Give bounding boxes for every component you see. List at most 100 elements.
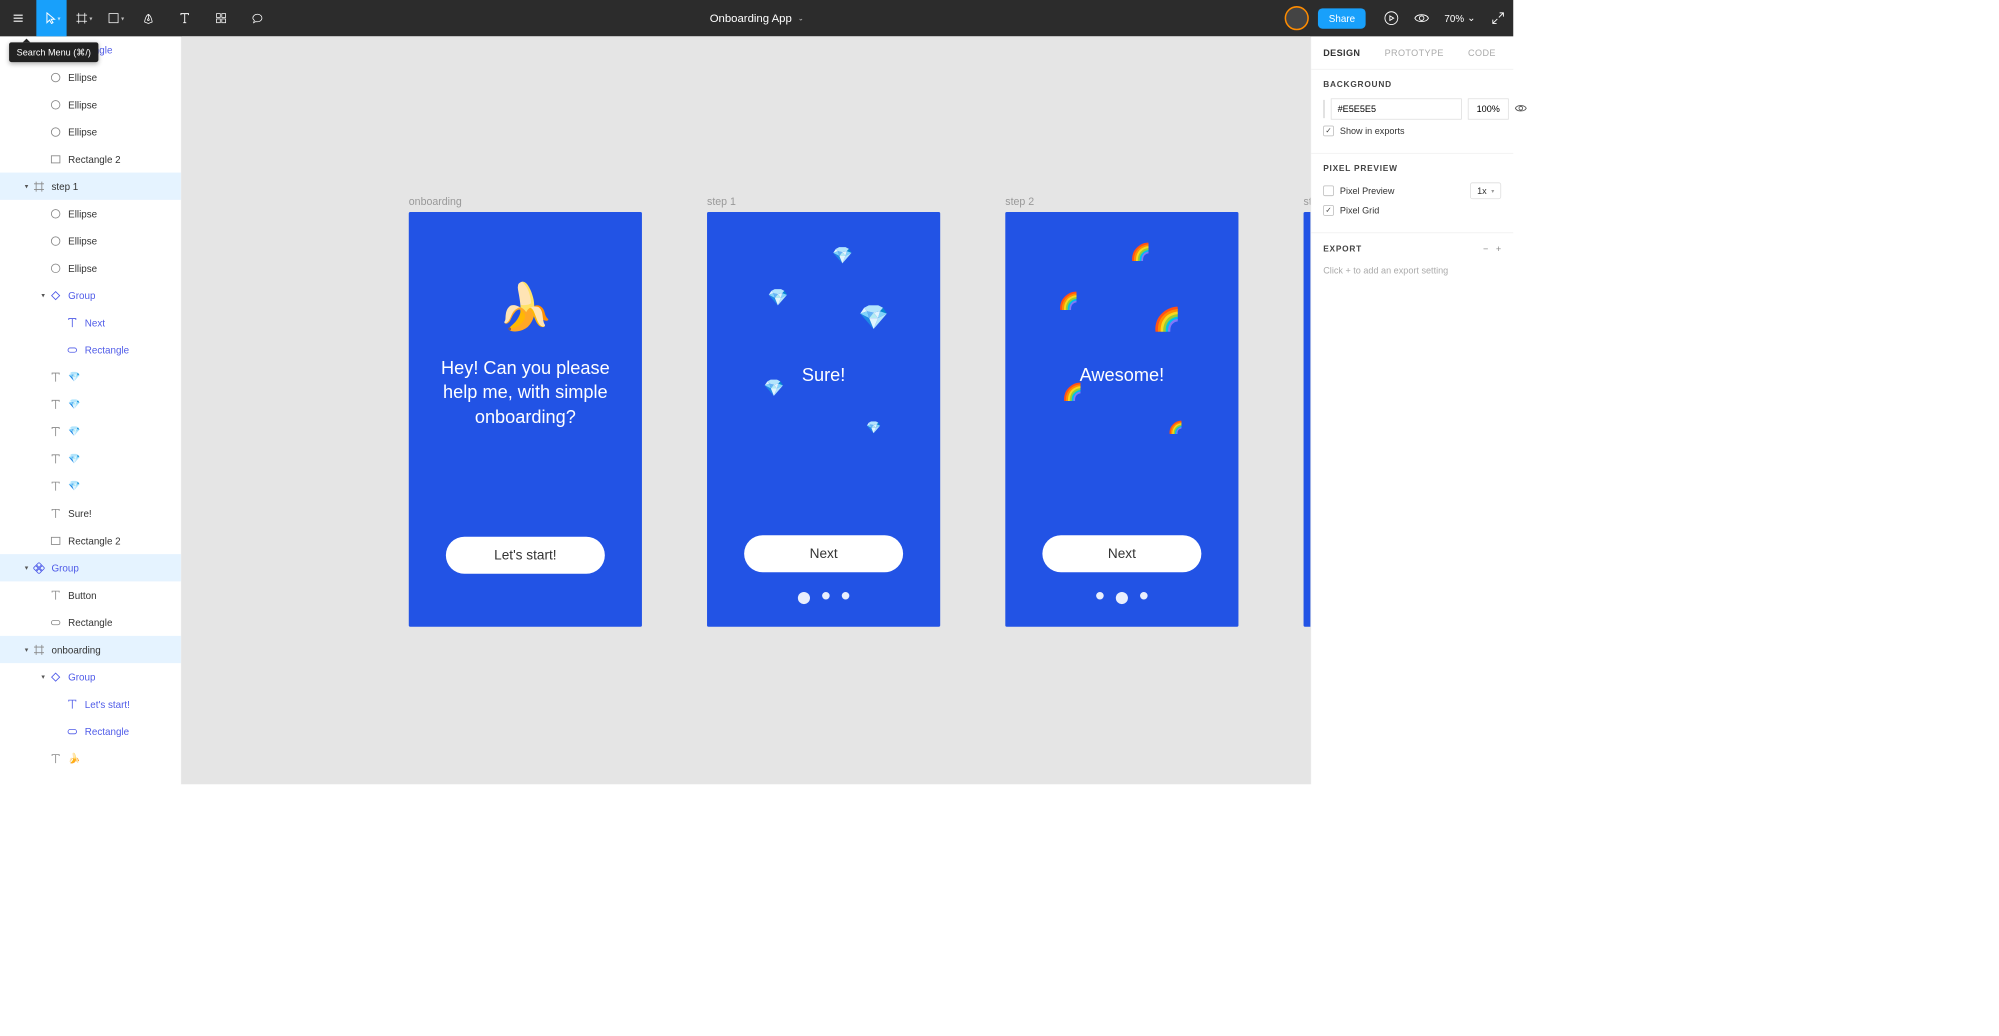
layer-row[interactable]: Rectangle — [0, 718, 181, 745]
layer-row[interactable]: Button — [0, 581, 181, 608]
layer-row[interactable]: 💎 — [0, 445, 181, 472]
layer-row[interactable]: Ellipse — [0, 254, 181, 281]
layer-row[interactable]: Ellipse — [0, 118, 181, 145]
pen-icon — [142, 12, 154, 24]
frame-label[interactable]: step 2 — [1005, 195, 1238, 207]
collapse-toggle-icon[interactable]: ▾ — [38, 673, 49, 681]
layer-row[interactable]: Rectangle 2 — [0, 145, 181, 172]
rect-icon — [48, 152, 62, 166]
cta-button[interactable]: Let's start! — [446, 537, 605, 574]
collapse-toggle-icon[interactable]: ▾ — [21, 182, 32, 190]
background-hex-input[interactable] — [1331, 98, 1462, 119]
frame-icon — [32, 643, 46, 657]
collapse-toggle-icon[interactable]: ▾ — [21, 645, 32, 653]
text-icon — [179, 12, 191, 24]
frame[interactable]: 🍌Hey! Can you pleasehelp me, with simple… — [409, 212, 642, 627]
layer-name: Rectangle — [68, 617, 112, 628]
layer-name: Next — [85, 317, 105, 328]
layer-row[interactable]: Ellipse — [0, 64, 181, 91]
comment-tool-button[interactable] — [239, 0, 275, 36]
zoom-dropdown[interactable]: 70% ⌄ — [1437, 12, 1483, 24]
share-button[interactable]: Share — [1318, 8, 1365, 28]
move-tool-button[interactable]: ▾ — [36, 0, 66, 36]
frame-tool-button[interactable]: ▾ — [67, 0, 99, 36]
layer-name: Ellipse — [68, 208, 97, 219]
layer-name: Let's start! — [85, 698, 130, 709]
layer-name: Rectangle — [85, 726, 129, 737]
show-in-exports-checkbox[interactable] — [1323, 126, 1334, 137]
layer-row[interactable]: Ellipse — [0, 227, 181, 254]
properties-tab-code[interactable]: CODE — [1456, 36, 1508, 69]
frame-label[interactable]: step 1 — [707, 195, 940, 207]
layer-row[interactable]: Rectangle 2 — [0, 527, 181, 554]
layer-row[interactable]: 💎 — [0, 418, 181, 445]
export-section-title: EXPORT — [1323, 245, 1362, 254]
fit-canvas-button[interactable] — [1483, 11, 1513, 25]
layer-row[interactable]: ▾Group — [0, 282, 181, 309]
layer-row[interactable]: Ellipse — [0, 91, 181, 118]
pixel-preview-checkbox[interactable] — [1323, 185, 1334, 196]
frame-label[interactable]: step 3 — [1304, 195, 1311, 207]
chevron-down-icon: ⌄ — [1467, 12, 1475, 24]
layer-name: onboarding — [51, 644, 100, 655]
components-tool-button[interactable] — [203, 0, 239, 36]
view-settings-button[interactable] — [1407, 13, 1437, 24]
background-opacity-input[interactable] — [1468, 98, 1509, 119]
layer-row[interactable]: 💎 — [0, 391, 181, 418]
layer-name: Rectangle 2 — [68, 153, 121, 164]
layers-panel[interactable]: RectangleEllipseEllipseEllipseRectangle … — [0, 36, 182, 784]
user-avatar[interactable] — [1285, 6, 1309, 30]
ellipse-icon — [48, 261, 62, 275]
frame-icon — [32, 179, 46, 193]
layer-name: Ellipse — [68, 235, 97, 246]
layer-row[interactable]: Next — [0, 309, 181, 336]
shape-tool-button[interactable]: ▾ — [98, 0, 130, 36]
pixel-preview-multiplier-dropdown[interactable]: 1x ▾ — [1470, 182, 1501, 199]
export-placeholder: Click + to add an export setting — [1323, 265, 1501, 276]
comment-icon — [251, 12, 263, 24]
frame[interactable]: 🌈🌈 🌈🌈 🌈Awesome!Next — [1005, 212, 1238, 627]
chevron-down-icon: ▾ — [89, 15, 92, 22]
pixel-preview-label: Pixel Preview — [1340, 185, 1395, 196]
collapse-toggle-icon[interactable]: ▾ — [21, 564, 32, 572]
layer-row[interactable]: Rectangle — [0, 336, 181, 363]
add-export-button[interactable]: + — [1496, 244, 1501, 255]
frame-wrapper: step 3 Amazingjob 👌Let's play! — [1304, 195, 1311, 626]
ellipse-icon — [48, 234, 62, 248]
layer-row[interactable]: ▾ Group — [0, 554, 181, 581]
visibility-toggle[interactable] — [1515, 103, 1527, 114]
document-title-dropdown[interactable]: Onboarding App ⌄ — [710, 12, 804, 25]
pixel-grid-checkbox[interactable] — [1323, 205, 1334, 216]
layer-name: 💎 — [68, 453, 80, 465]
zoom-value: 70% — [1444, 12, 1464, 23]
collapse-toggle-icon[interactable]: ▾ — [38, 291, 49, 299]
pen-tool-button[interactable] — [130, 0, 166, 36]
hamburger-menu-button[interactable] — [0, 0, 36, 36]
layer-row[interactable]: 💎 — [0, 363, 181, 390]
text-tool-button[interactable] — [167, 0, 203, 36]
layer-row[interactable]: Rectangle — [0, 609, 181, 636]
layer-row[interactable]: ▾Group — [0, 663, 181, 690]
background-color-swatch[interactable] — [1323, 100, 1325, 118]
layer-row[interactable]: 💎 — [0, 472, 181, 499]
rect-icon — [48, 534, 62, 548]
layer-row[interactable]: ▾ onboarding — [0, 636, 181, 663]
layer-name: Group — [51, 562, 78, 573]
properties-tab-design[interactable]: DESIGN — [1311, 36, 1372, 69]
frame[interactable]: Amazingjob 👌Let's play! — [1304, 212, 1311, 627]
layer-row[interactable]: Ellipse — [0, 200, 181, 227]
frame-label[interactable]: onboarding — [409, 195, 642, 207]
layer-row[interactable]: Let's start! — [0, 690, 181, 717]
frame[interactable]: 💎💎 💎💎 💎Sure!Next — [707, 212, 940, 627]
pill-icon — [48, 615, 62, 629]
remove-export-button[interactable]: − — [1483, 244, 1488, 255]
layer-row[interactable]: ▾step 1 — [0, 173, 181, 200]
properties-tab-prototype[interactable]: PROTOTYPE — [1372, 36, 1455, 69]
grid-icon — [215, 12, 227, 24]
layer-row[interactable]: Sure! — [0, 500, 181, 527]
layer-row[interactable]: 🍌 — [0, 745, 181, 772]
present-button[interactable] — [1376, 11, 1406, 26]
pixel-preview-section: PIXEL PREVIEW Pixel Preview 1x ▾ Pixel G… — [1311, 154, 1513, 233]
chevron-down-icon: ▾ — [121, 15, 124, 22]
canvas[interactable]: onboarding 🍌Hey! Can you pleasehelp me, w… — [182, 36, 1311, 784]
